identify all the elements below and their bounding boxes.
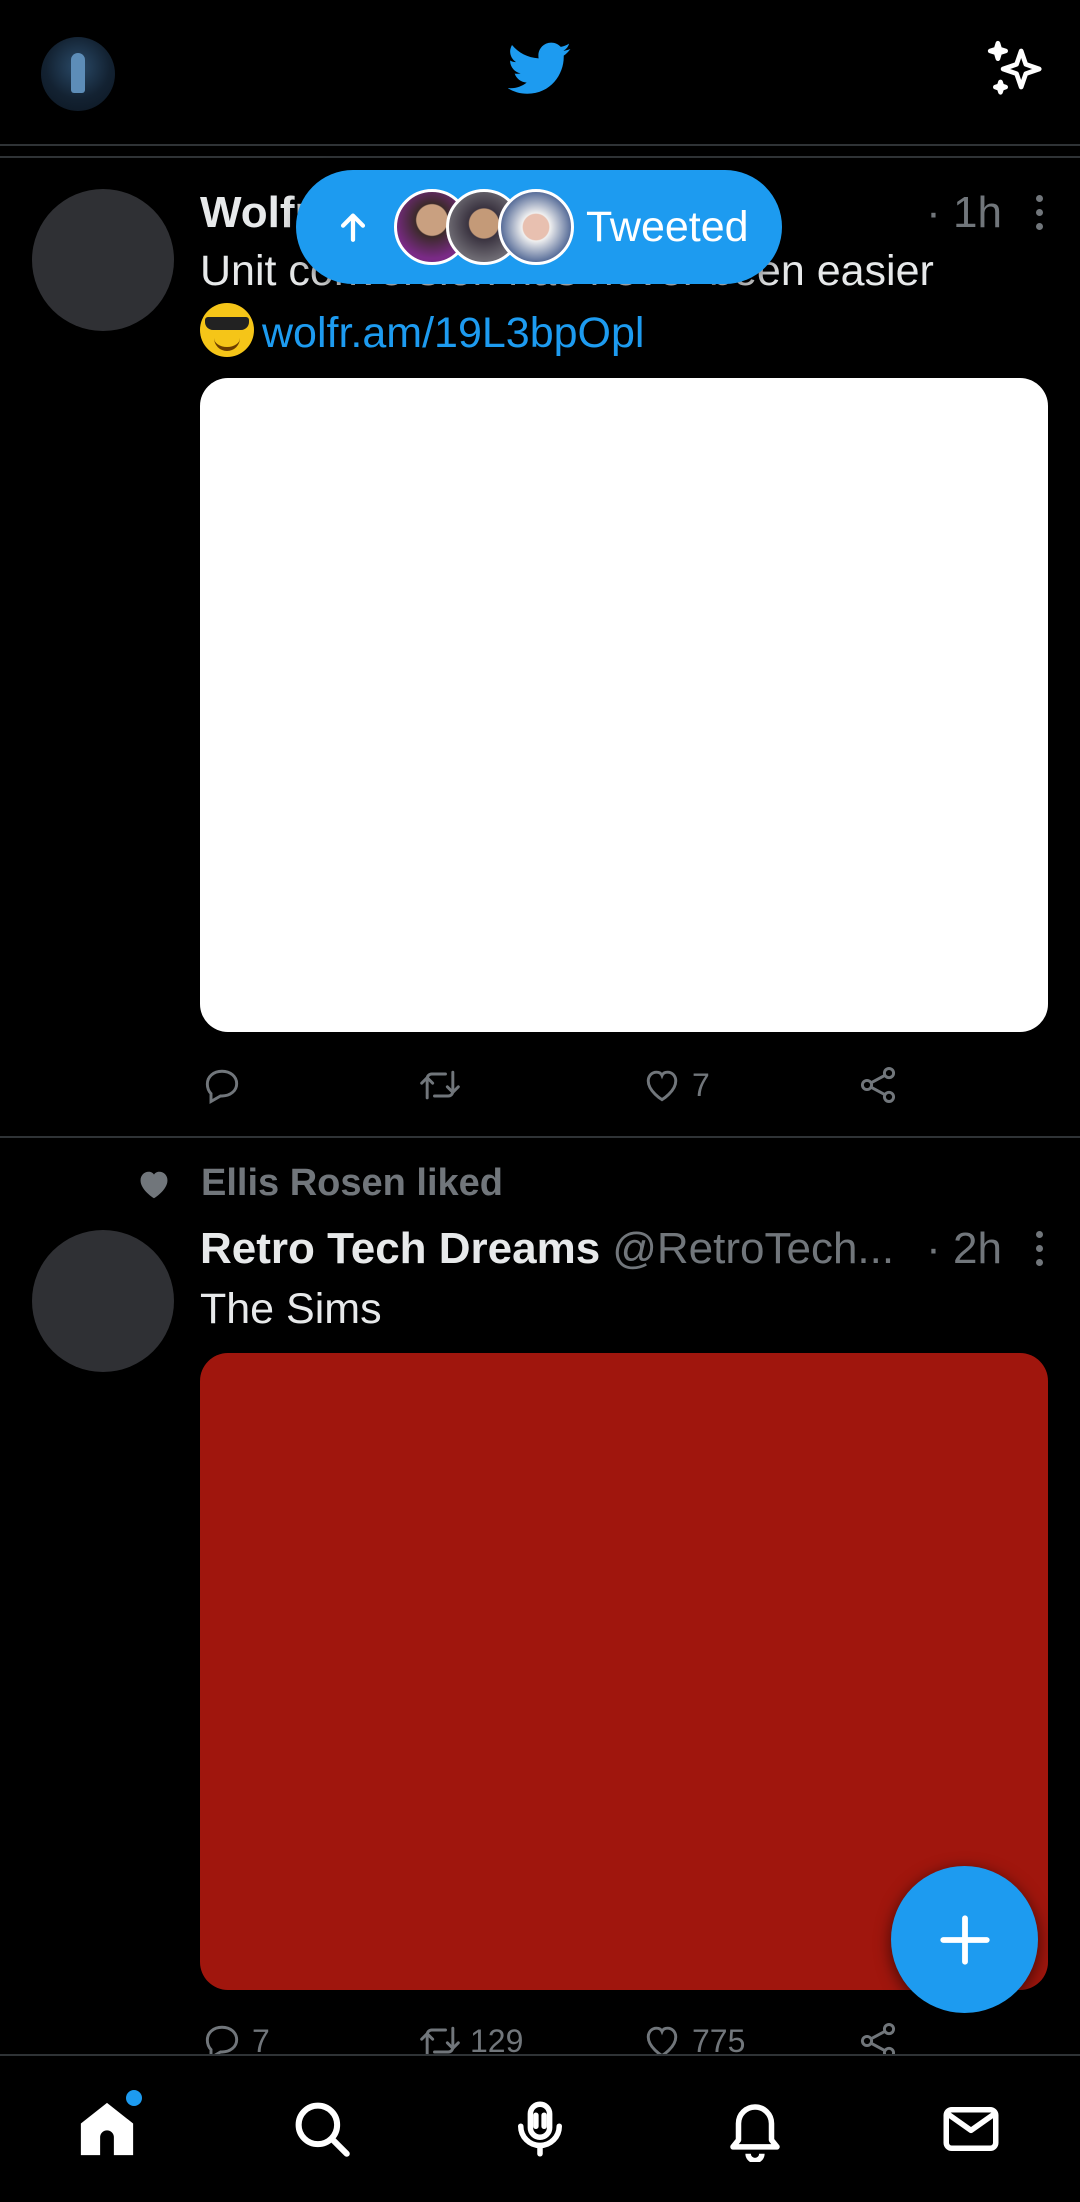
like-button[interactable]: 7 xyxy=(640,1060,710,1110)
divider xyxy=(0,1136,1080,1138)
tweet-actions: 7 xyxy=(200,1060,1000,1110)
spaces-icon xyxy=(518,2101,562,2157)
unread-dot xyxy=(126,2090,142,2106)
nav-home[interactable] xyxy=(74,2090,142,2162)
sparkle-icon[interactable] xyxy=(985,38,1047,100)
author-name[interactable]: Wolfr xyxy=(200,188,312,238)
nav-search[interactable] xyxy=(289,2096,355,2162)
messages-icon xyxy=(943,2107,999,2151)
search-icon xyxy=(295,2102,350,2157)
more-options-icon[interactable] xyxy=(1032,1231,1046,1267)
retweet-button[interactable] xyxy=(418,1060,470,1110)
tweet-header: Retro Tech Dreams @RetroTech... · 2h xyxy=(200,1224,1038,1274)
heart-filled-icon xyxy=(140,1171,168,1198)
compose-tweet-button[interactable] xyxy=(891,1866,1038,2013)
top-app-bar xyxy=(0,0,1080,146)
tweet-body: The Sims xyxy=(200,1285,382,1333)
author-name[interactable]: Retro Tech Dreams xyxy=(200,1224,600,1274)
tweet-time: · 1h xyxy=(926,188,1002,237)
plus-icon xyxy=(939,1914,990,1965)
reply-icon xyxy=(205,1069,239,1105)
pill-label: Tweeted xyxy=(586,202,749,251)
tweet-link[interactable]: wolfr.am/19L3bpOpl xyxy=(262,309,644,357)
reply-button[interactable] xyxy=(200,1060,252,1110)
tweet-text: The Sims xyxy=(200,1278,1050,1340)
nav-messages[interactable] xyxy=(938,2096,1004,2162)
nav-notifications[interactable] xyxy=(722,2096,788,2164)
divider xyxy=(0,156,1080,158)
tweet-media[interactable] xyxy=(200,378,1048,1032)
author-handle: @RetroTech... xyxy=(612,1224,895,1273)
author-avatar[interactable] xyxy=(32,1230,174,1372)
nav-spaces[interactable] xyxy=(507,2096,573,2162)
heart-outline-icon xyxy=(646,1070,678,1102)
more-options-icon[interactable] xyxy=(1032,195,1046,231)
new-tweets-pill[interactable]: Tweeted xyxy=(296,170,782,284)
profile-avatar[interactable] xyxy=(41,37,115,111)
author-avatar[interactable] xyxy=(32,189,174,331)
home-icon xyxy=(80,2102,134,2156)
bottom-navigation xyxy=(0,2054,1080,2202)
notifications-icon xyxy=(730,2104,780,2164)
like-count: 7 xyxy=(692,1066,710,1103)
sunglasses-emoji-icon xyxy=(200,303,254,357)
share-icon xyxy=(860,1067,896,1103)
twitter-bird-icon[interactable] xyxy=(508,42,572,96)
avatar xyxy=(498,189,574,265)
retweet-icon xyxy=(420,1070,460,1100)
arrow-up-icon xyxy=(340,213,366,242)
tweet-time: · 2h xyxy=(926,1224,1002,1273)
tweeter-avatars xyxy=(394,189,574,265)
social-context: Ellis Rosen liked xyxy=(135,1162,503,1205)
share-button[interactable] xyxy=(856,1060,908,1110)
social-context-text[interactable]: Ellis Rosen liked xyxy=(201,1162,503,1205)
